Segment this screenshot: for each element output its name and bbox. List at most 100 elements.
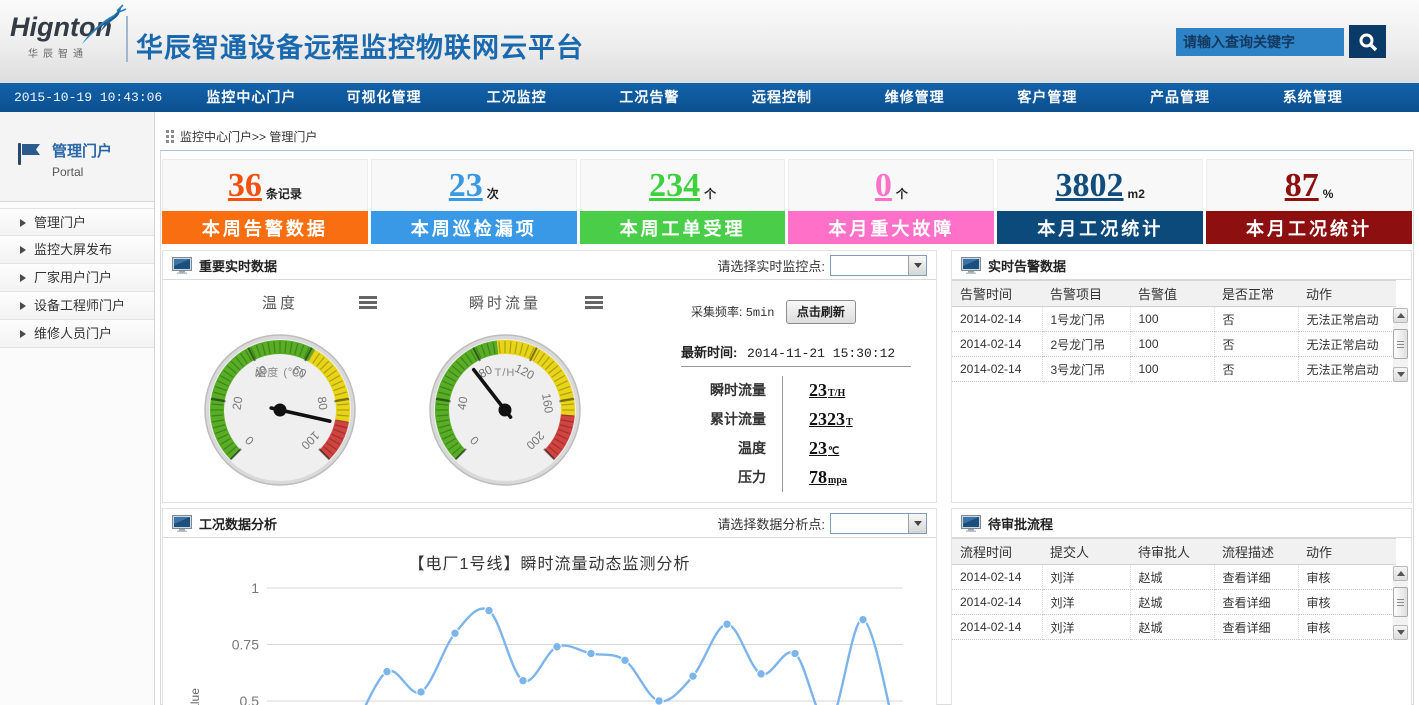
stat-value-area: 36条记录 (162, 159, 368, 211)
clock-timestamp: 2015-10-19 10:43:06 (0, 90, 185, 105)
table-cell: 刘洋 (1042, 590, 1130, 615)
stat-banner-label: 本月重大故障 (788, 211, 994, 244)
stat-number: 234 (649, 169, 700, 203)
flag-icon (16, 142, 42, 166)
nav-item-7[interactable]: 产品管理 (1114, 83, 1247, 112)
table-cell: 无法正常启动 (1298, 307, 1396, 332)
table-cell: 2014-02-14 (952, 357, 1042, 382)
svg-text:0.5: 0.5 (240, 693, 260, 705)
monitor-point-label: 请选择实时监控点: (717, 256, 825, 275)
sidebar-item-1[interactable]: 监控大屏发布 (0, 236, 154, 264)
table-cell: 100 (1130, 357, 1214, 382)
table-cell: 2014-02-14 (952, 307, 1042, 332)
top-header: Hignton 华辰智通 华辰智通设备远程监控物联网云平台 (0, 0, 1419, 83)
alarm-table: 告警时间告警项目告警值是否正常动作2014-02-141号龙门吊100否无法正常… (952, 280, 1396, 382)
action-link[interactable]: 审核 (1298, 565, 1396, 590)
scroll-up-icon[interactable] (1393, 566, 1408, 581)
analysis-point-select[interactable] (830, 513, 927, 534)
breadcrumb-text: 监控中心门户>> 管理门户 (180, 128, 317, 145)
stat-card-3[interactable]: 0个本月重大故障 (788, 159, 994, 244)
stat-value-area: 3802m2 (997, 159, 1203, 211)
table-row: 2014-02-14刘洋赵城查看详细审核 (952, 615, 1396, 640)
nav-item-8[interactable]: 系统管理 (1246, 83, 1379, 112)
stat-number: 0 (875, 169, 892, 203)
table-cell: 100 (1130, 332, 1214, 357)
flow-gauge: 04080120160200T/H (425, 330, 585, 490)
scrollbar-thumb[interactable] (1393, 329, 1408, 359)
panel-pending-approvals: 待审批流程 流程时间提交人待审批人流程描述动作2014-02-14刘洋赵城查看详… (951, 508, 1412, 705)
stat-unit: % (1323, 187, 1334, 201)
scrollbar-thumb[interactable] (1393, 587, 1408, 617)
chevron-down-icon (908, 256, 926, 275)
nav-item-2[interactable]: 工况监控 (450, 83, 583, 112)
nav-item-4[interactable]: 远程控制 (716, 83, 849, 112)
monitor-point-select[interactable] (830, 255, 927, 276)
column-header: 告警项目 (1042, 281, 1130, 307)
sidebar-item-4[interactable]: 维修人员门户 (0, 320, 154, 348)
panel-data-analysis: 工况数据分析 请选择数据分析点: 【电厂1号线】瞬时流量动态监测分析 10.75… (162, 508, 937, 705)
stat-value-area: 234个 (580, 159, 786, 211)
stat-number: 36 (228, 169, 262, 203)
table-cell: 100 (1130, 307, 1214, 332)
column-header: 待审批人 (1130, 539, 1214, 565)
scroll-down-icon[interactable] (1393, 625, 1408, 640)
stat-card-0[interactable]: 36条记录本周告警数据 (162, 159, 368, 244)
freq-label: 采集频率: (691, 305, 742, 319)
metric-label: 累计流量 (663, 405, 783, 434)
column-header: 动作 (1298, 539, 1396, 565)
svg-text:温度 (℃): 温度 (℃) (255, 365, 304, 379)
site-title: 华辰智通设备远程监控物联网云平台 (136, 26, 584, 65)
deer-logo-icon (76, 4, 128, 46)
stat-card-4[interactable]: 3802m2本月工况统计 (997, 159, 1203, 244)
breadcrumb[interactable]: 监控中心门户>> 管理门户 (166, 128, 317, 145)
approval-table-scrollbar[interactable] (1393, 566, 1408, 640)
table-row: 2014-02-14刘洋赵城查看详细审核 (952, 590, 1396, 615)
stat-banner-label: 本月工况统计 (1206, 211, 1412, 244)
scroll-down-icon[interactable] (1393, 367, 1408, 382)
nav-item-6[interactable]: 客户管理 (981, 83, 1114, 112)
search-input[interactable] (1176, 28, 1344, 56)
search-button[interactable] (1349, 25, 1386, 58)
gauge-caption-temperature: 温度 (225, 292, 335, 313)
metric-value: 2323T (783, 409, 853, 430)
action-link[interactable]: 查看详细 (1214, 565, 1298, 590)
metric-value: 78mpa (783, 467, 847, 488)
refresh-button[interactable]: 点击刷新 (786, 300, 856, 324)
table-row: 2014-02-14刘洋赵城查看详细审核 (952, 565, 1396, 590)
metric-unit: ℃ (828, 446, 839, 457)
stat-card-1[interactable]: 23次本周巡检漏项 (371, 159, 577, 244)
stat-value-area: 23次 (371, 159, 577, 211)
nav-item-3[interactable]: 工况告警 (583, 83, 716, 112)
scroll-up-icon[interactable] (1393, 308, 1408, 323)
nav-item-5[interactable]: 维修管理 (848, 83, 981, 112)
column-header: 告警时间 (952, 281, 1042, 307)
monitor-icon (172, 257, 192, 274)
table-cell: 无法正常启动 (1298, 332, 1396, 357)
action-link[interactable]: 查看详细 (1214, 590, 1298, 615)
metric-unit: T (846, 417, 853, 428)
nav-item-1[interactable]: 可视化管理 (318, 83, 451, 112)
sidebar-item-3[interactable]: 设备工程师门户 (0, 292, 154, 320)
sidebar-title: 管理门户 (52, 140, 154, 161)
stat-card-2[interactable]: 234个本周工单受理 (580, 159, 786, 244)
table-cell: 赵城 (1130, 615, 1214, 640)
svg-text:20: 20 (230, 395, 246, 411)
temperature-gauge: 020406080100温度 (℃) (200, 330, 360, 490)
metric-row-0: 瞬时流量23T/H (663, 376, 923, 405)
alarm-table-scrollbar[interactable] (1393, 308, 1408, 382)
action-link[interactable]: 审核 (1298, 615, 1396, 640)
table-cell: 2014-02-14 (952, 590, 1042, 615)
stat-card-5[interactable]: 87%本月工况统计 (1206, 159, 1412, 244)
sidebar-item-0[interactable]: 管理门户 (0, 208, 154, 236)
chart-menu-icon[interactable] (585, 296, 603, 309)
nav-item-0[interactable]: 监控中心门户 (185, 83, 318, 112)
action-link[interactable]: 审核 (1298, 590, 1396, 615)
chart-menu-icon[interactable] (359, 296, 377, 309)
table-cell: 2014-02-14 (952, 332, 1042, 357)
metric-value: 23℃ (783, 438, 839, 459)
table-cell: 否 (1214, 307, 1298, 332)
chevron-down-icon (908, 514, 926, 533)
action-link[interactable]: 查看详细 (1214, 615, 1298, 640)
stat-banner-label: 本周工单受理 (580, 211, 786, 244)
sidebar-item-2[interactable]: 厂家用户门户 (0, 264, 154, 292)
